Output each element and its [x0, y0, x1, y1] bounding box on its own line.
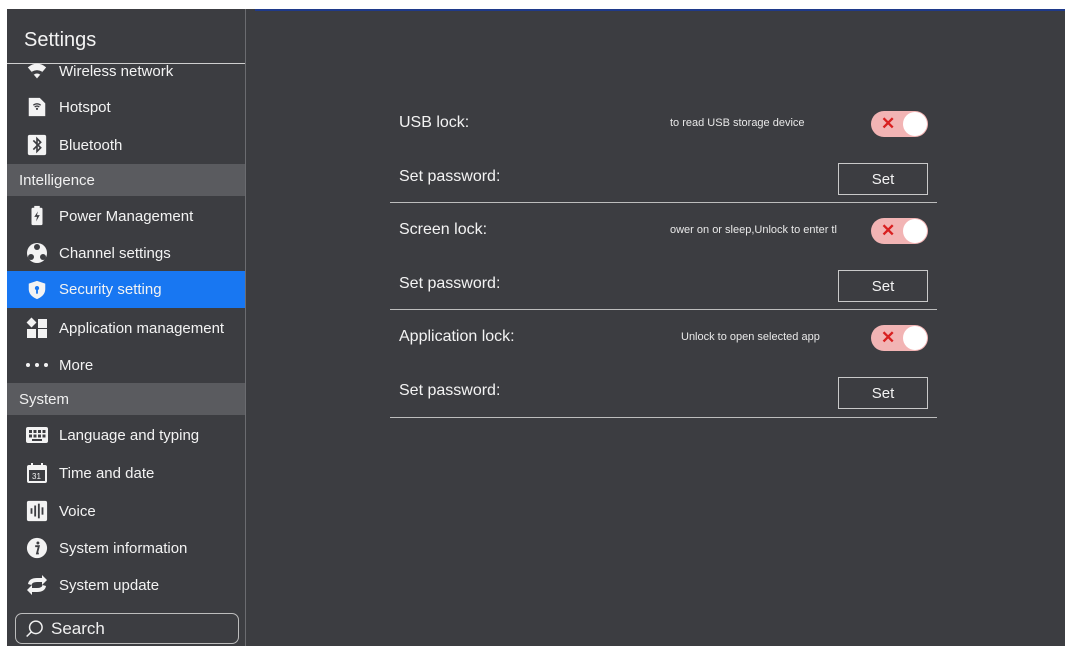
- sidebar-item-bluetooth[interactable]: Bluetooth: [7, 128, 245, 162]
- sidebar-item-application-management[interactable]: Application management: [7, 311, 245, 345]
- section-divider: [390, 202, 937, 203]
- close-icon: ✕: [881, 221, 896, 240]
- sidebar-item-label: Security setting: [59, 281, 162, 298]
- sidebar-item-wireless-network[interactable]: Wireless network: [7, 54, 245, 88]
- section-header-system: System: [7, 383, 245, 415]
- application-password-label: Set password:: [399, 382, 501, 399]
- sidebar-item-label: More: [59, 356, 94, 374]
- info-icon: [25, 536, 49, 560]
- sidebar-item-more[interactable]: More: [7, 348, 245, 382]
- screen-password-label: Set password:: [399, 275, 501, 292]
- usb-password-row: Set password: Set: [390, 152, 937, 205]
- more-dots-icon: [25, 353, 49, 377]
- bluetooth-icon: [25, 133, 49, 157]
- close-icon: ✕: [881, 114, 896, 133]
- search-icon: [25, 619, 45, 639]
- toggle-knob: [903, 219, 927, 243]
- section-label: Intelligence: [19, 171, 95, 189]
- application-password-row: Set password: Set: [390, 366, 937, 419]
- application-lock-row: Application lock: Unlock to open selecte…: [390, 312, 937, 365]
- update-icon: [25, 573, 49, 597]
- application-lock-description: Unlock to open selected app: [681, 331, 820, 343]
- search-input[interactable]: Search: [15, 613, 239, 644]
- application-lock-label: Application lock:: [399, 328, 515, 345]
- section-divider: [390, 417, 937, 418]
- toggle-knob: [903, 112, 927, 136]
- sidebar-title: Settings: [24, 29, 97, 51]
- sidebar-item-language-and-typing[interactable]: Language and typing: [7, 418, 245, 452]
- top-accent-line: [255, 9, 1065, 11]
- usb-password-label: Set password:: [399, 168, 501, 185]
- sidebar-item-label: Time and date: [59, 464, 155, 482]
- screen-lock-label: Screen lock:: [399, 221, 488, 238]
- sidebar-item-label: System update: [59, 576, 160, 594]
- hotspot-icon: [25, 95, 49, 119]
- application-set-password-button[interactable]: Set: [838, 377, 928, 409]
- sidebar-item-label: Hotspot: [59, 98, 111, 116]
- voice-icon: [25, 499, 49, 523]
- search-placeholder: Search: [51, 618, 105, 638]
- sidebar-item-hotspot[interactable]: Hotspot: [7, 90, 245, 124]
- usb-set-password-button[interactable]: Set: [838, 163, 928, 195]
- sidebar-item-time-and-date[interactable]: 31 Time and date: [7, 456, 245, 490]
- sidebar-item-label: System information: [59, 539, 188, 557]
- battery-icon: [25, 204, 49, 228]
- sidebar-item-security-setting[interactable]: Security setting: [7, 271, 245, 308]
- apps-icon: [25, 316, 49, 340]
- channel-icon: [25, 241, 49, 265]
- usb-lock-toggle[interactable]: ✕: [871, 111, 928, 137]
- sidebar-item-label: Language and typing: [59, 426, 200, 444]
- application-lock-toggle[interactable]: ✕: [871, 325, 928, 351]
- close-icon: ✕: [881, 328, 896, 347]
- calendar-day: 31: [32, 472, 41, 481]
- sidebar-item-system-information[interactable]: System information: [7, 531, 245, 565]
- sidebar-item-system-update[interactable]: System update: [7, 568, 245, 602]
- sidebar-item-label: Bluetooth: [59, 136, 123, 154]
- screen-lock-description: ower on or sleep,Unlock to enter tl: [670, 224, 837, 236]
- sidebar-item-voice[interactable]: Voice: [7, 494, 245, 528]
- sidebar: Settings Wireless network Hotspot Blueto…: [7, 9, 246, 646]
- usb-lock-row: USB lock: to read USB storage device ✕: [390, 98, 937, 151]
- sidebar-item-label: Wireless network: [59, 62, 174, 80]
- sidebar-item-label: Voice: [59, 502, 96, 520]
- section-header-intelligence: Intelligence: [7, 164, 245, 196]
- sidebar-item-label: Channel settings: [59, 244, 171, 262]
- keyboard-icon: [25, 423, 49, 447]
- toggle-knob: [903, 326, 927, 350]
- sidebar-item-channel-settings[interactable]: Channel settings: [7, 236, 245, 270]
- screen-password-row: Set password: Set: [390, 259, 937, 312]
- wifi-icon: [25, 59, 49, 83]
- section-divider: [390, 309, 937, 310]
- sidebar-item-power-management[interactable]: Power Management: [7, 199, 245, 233]
- shield-icon: [25, 278, 49, 302]
- calendar-icon: 31: [25, 461, 49, 485]
- sidebar-item-label: Power Management: [59, 207, 194, 225]
- screen-set-password-button[interactable]: Set: [838, 270, 928, 302]
- screen-lock-row: Screen lock: ower on or sleep,Unlock to …: [390, 205, 937, 258]
- usb-lock-description: to read USB storage device: [670, 117, 805, 129]
- sidebar-item-label: Application management: [59, 319, 225, 337]
- usb-lock-label: USB lock:: [399, 114, 470, 131]
- section-label: System: [19, 390, 70, 408]
- screen-lock-toggle[interactable]: ✕: [871, 218, 928, 244]
